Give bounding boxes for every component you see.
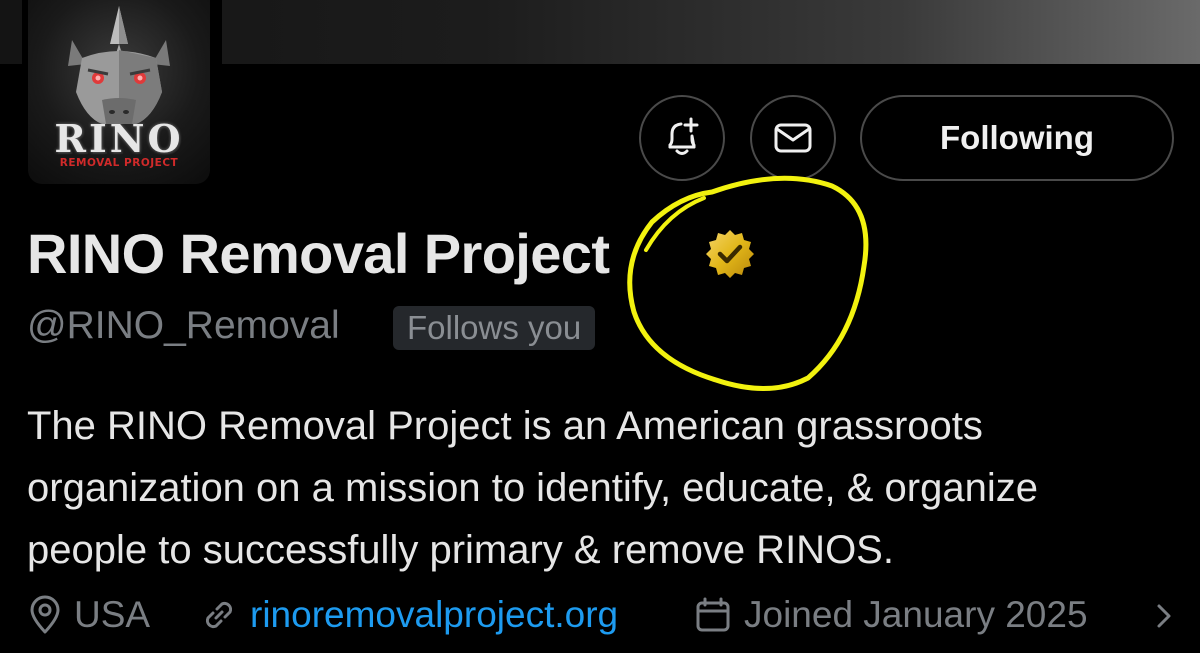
bio-line: The RINO Removal Project is an American …	[27, 404, 983, 448]
location-item: USA	[28, 588, 150, 642]
profile-meta: USA rinoremovalproject.org Joined Januar…	[28, 588, 1188, 642]
following-button[interactable]: Following	[860, 95, 1174, 181]
display-name: RINO Removal Project	[27, 222, 610, 285]
bell-plus-icon	[668, 117, 699, 155]
website-link[interactable]: rinoremovalproject.org	[250, 588, 618, 642]
bio-line: people to successfully primary & remove …	[27, 528, 894, 572]
user-handle: @RINO_Removal	[27, 304, 340, 347]
avatar[interactable]: RINO REMOVAL PROJECT	[28, 0, 210, 184]
location-text: USA	[74, 594, 151, 635]
link-icon	[205, 601, 233, 629]
verified-badge-icon[interactable]	[704, 228, 756, 280]
joined-text: Joined January 2025	[744, 594, 1088, 635]
joined-item[interactable]: Joined January 2025	[694, 588, 1088, 642]
location-pin-icon	[30, 595, 60, 634]
notifications-button[interactable]	[639, 95, 725, 181]
logo-title: RINO	[54, 116, 184, 161]
website-item[interactable]: rinoremovalproject.org	[200, 588, 618, 642]
envelope-icon	[774, 123, 812, 153]
calendar-icon	[696, 597, 730, 632]
profile-page: RINO REMOVAL PROJECT Following RINO Remo…	[0, 0, 1200, 653]
profile-bio: The RINO Removal Project is an American …	[27, 395, 1177, 581]
message-button[interactable]	[750, 95, 836, 181]
bio-line: organization on a mission to identify, e…	[27, 466, 1038, 510]
logo-subtitle: REMOVAL PROJECT	[59, 157, 179, 169]
chevron-right-icon[interactable]	[1153, 602, 1175, 630]
follows-you-badge: Follows you	[393, 306, 596, 350]
